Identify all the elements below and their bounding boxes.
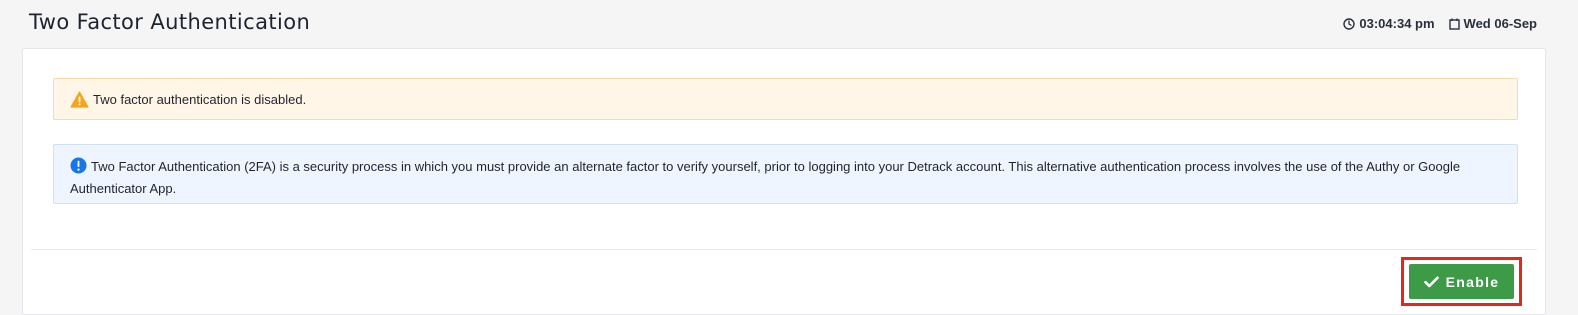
info-icon — [70, 157, 87, 179]
time-text: 03:04:34 pm — [1359, 16, 1435, 31]
enable-button[interactable]: Enable — [1409, 264, 1514, 299]
page-title: Two Factor Authentication — [29, 10, 311, 34]
calendar-icon — [1448, 18, 1460, 30]
header-meta: 03:04:34 pm Wed 06-Sep — [1343, 16, 1537, 31]
check-icon — [1423, 276, 1439, 288]
page: Two Factor Authentication 03:04:34 pm We… — [0, 0, 1578, 315]
warning-alert: Two factor authentication is disabled. — [53, 78, 1518, 120]
info-text: Two Factor Authentication (2FA) is a sec… — [70, 159, 1461, 196]
enable-button-label: Enable — [1445, 273, 1500, 290]
clock-icon — [1343, 17, 1356, 30]
warning-icon — [70, 90, 89, 108]
page-header: Two Factor Authentication 03:04:34 pm We… — [0, 0, 1578, 48]
current-date: Wed 06-Sep — [1448, 16, 1537, 31]
info-alert: Two Factor Authentication (2FA) is a sec… — [53, 144, 1518, 204]
current-time: 03:04:34 pm — [1343, 16, 1435, 31]
warning-text: Two factor authentication is disabled. — [93, 91, 307, 107]
date-text: Wed 06-Sep — [1463, 16, 1537, 31]
two-factor-card: Two factor authentication is disabled. T… — [22, 48, 1546, 315]
card-footer-divider — [31, 249, 1537, 250]
